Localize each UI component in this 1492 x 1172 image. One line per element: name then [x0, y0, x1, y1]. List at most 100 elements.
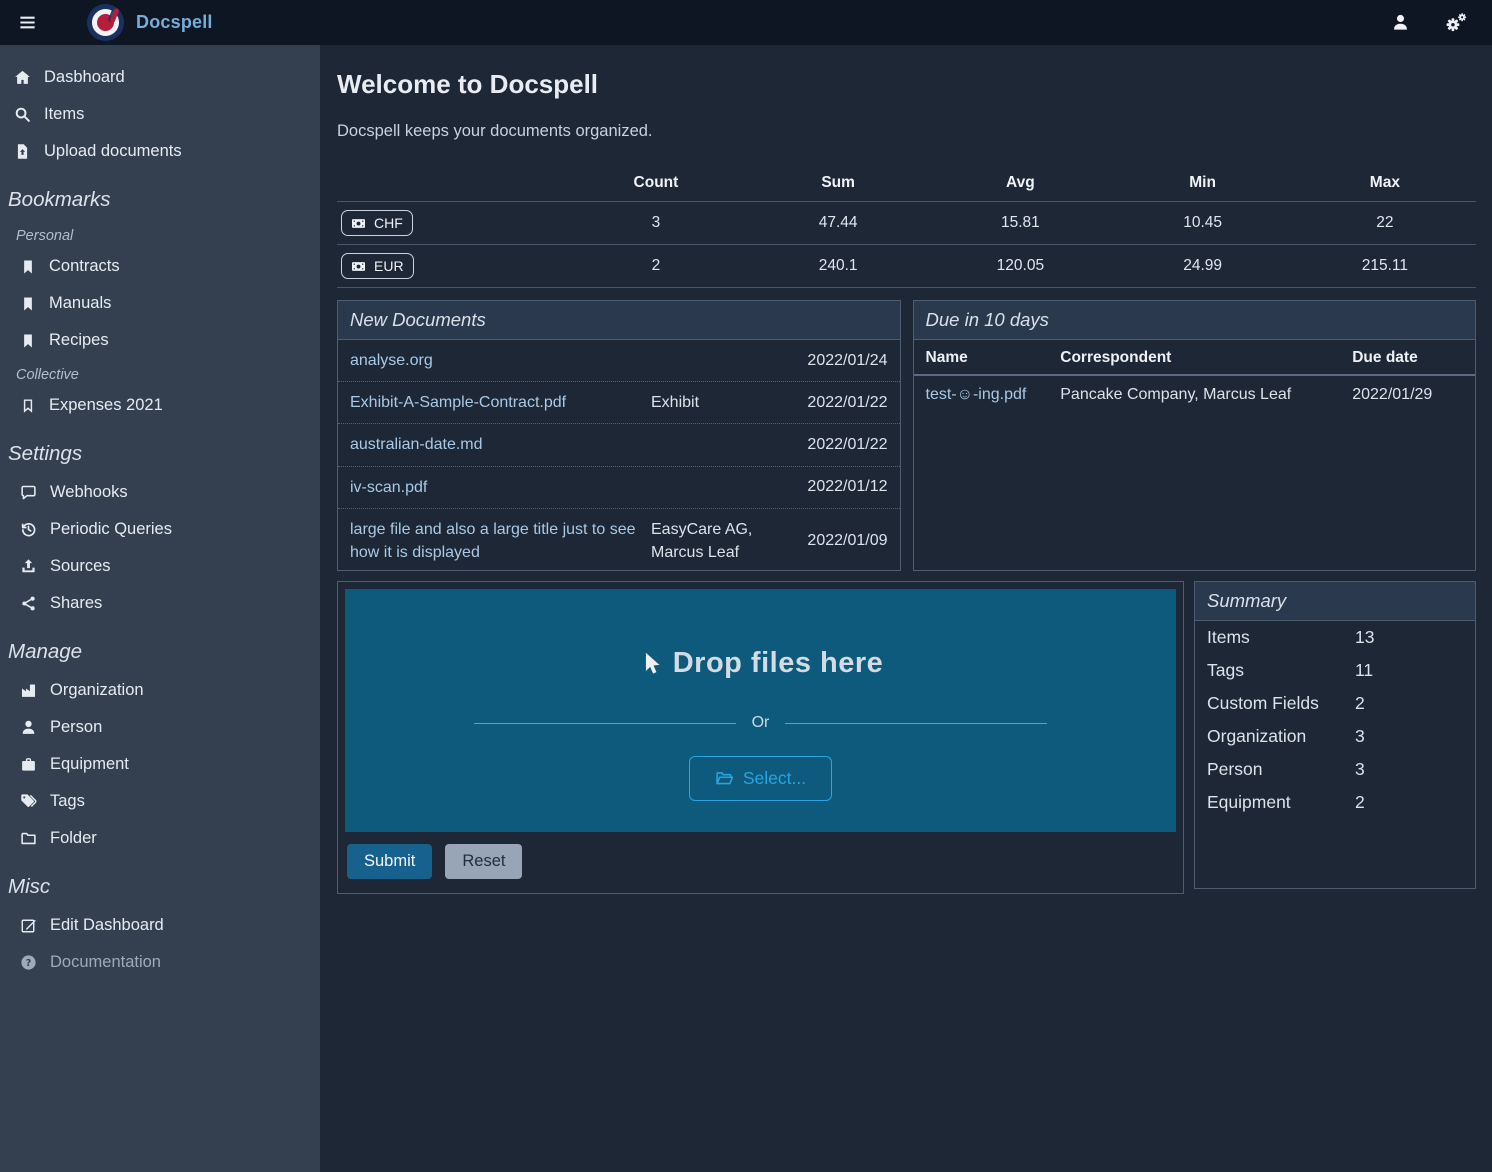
currency-badge-chf[interactable]: CHF	[341, 210, 413, 236]
summary-label: Items	[1207, 627, 1355, 648]
sidebar-item-label: Documentation	[50, 953, 161, 972]
sidebar-subheading-personal: Personal	[0, 220, 320, 248]
mouse-pointer-icon	[638, 651, 663, 676]
due-document-link[interactable]: test-☺-ing.pdf	[914, 375, 1049, 414]
brand[interactable]: Docspell	[87, 4, 213, 41]
stats-value: 10.45	[1112, 202, 1294, 245]
sidebar-item-label: Contracts	[49, 257, 120, 276]
industry-icon	[20, 682, 37, 699]
summary-label: Organization	[1207, 726, 1355, 747]
document-date: 2022/01/22	[791, 394, 888, 412]
top-navbar: Docspell	[0, 0, 1492, 45]
stats-value: 3	[565, 202, 747, 245]
sidebar-item-label: Dasbhoard	[44, 68, 125, 87]
panels-row: New Documents analyse.org 2022/01/24 Exh…	[337, 300, 1476, 571]
or-divider: Or	[395, 714, 1126, 732]
sidebar-item-label: Edit Dashboard	[50, 916, 164, 935]
person-icon	[20, 719, 37, 736]
upload-icon	[20, 558, 37, 575]
sidebar-item-manuals[interactable]: Manuals	[0, 285, 320, 322]
stats-value: 24.99	[1112, 245, 1294, 288]
stats-value: 240.1	[747, 245, 929, 288]
sidebar-item-tags[interactable]: Tags	[0, 783, 320, 820]
document-link[interactable]: iv-scan.pdf	[350, 476, 651, 499]
document-row: australian-date.md 2022/01/22	[338, 424, 900, 466]
document-row: iv-scan.pdf 2022/01/12	[338, 467, 900, 509]
document-link[interactable]: large file and also a large title just t…	[350, 518, 651, 564]
sidebar-item-label: Folder	[50, 829, 97, 848]
sidebar-item-label: Upload documents	[44, 142, 182, 161]
due-row: test-☺-ing.pdf Pancake Company, Marcus L…	[914, 375, 1476, 414]
stats-row-eur: EUR 2 240.1 120.05 24.99 215.11	[337, 245, 1476, 288]
stats-col-count: Count	[565, 165, 747, 202]
upload-buttons-row: Submit Reset	[345, 844, 1176, 879]
document-link[interactable]: australian-date.md	[350, 433, 651, 456]
sidebar-item-edit-dashboard[interactable]: Edit Dashboard	[0, 907, 320, 944]
sidebar-item-documentation[interactable]: ? Documentation	[0, 944, 320, 981]
sidebar-item-label: Organization	[50, 681, 144, 700]
dropzone-label: Drop files here	[673, 647, 884, 680]
sidebar-item-label: Manuals	[49, 294, 111, 313]
sidebar-item-contracts[interactable]: Contracts	[0, 248, 320, 285]
select-files-button[interactable]: Select...	[689, 756, 832, 801]
file-upload-icon	[14, 143, 31, 160]
summary-row: Custom Fields 2	[1195, 687, 1475, 720]
summary-row: Equipment 2	[1195, 786, 1475, 819]
sidebar-item-periodic-queries[interactable]: Periodic Queries	[0, 511, 320, 548]
menu-button[interactable]	[14, 9, 41, 36]
sidebar-item-dashboard[interactable]: Dasbhoard	[0, 59, 320, 96]
submit-button[interactable]: Submit	[347, 844, 432, 879]
sidebar-heading-bookmarks: Bookmarks	[0, 170, 320, 220]
document-link[interactable]: analyse.org	[350, 349, 651, 372]
app-root: Docspell Dasbhoar	[0, 0, 1492, 1172]
sidebar-item-label: Tags	[50, 792, 85, 811]
cogs-icon	[1444, 12, 1468, 33]
stats-col-currency	[337, 165, 565, 202]
divider-line	[474, 723, 736, 724]
reset-button[interactable]: Reset	[445, 844, 522, 879]
sidebar-item-upload-documents[interactable]: Upload documents	[0, 133, 320, 170]
sidebar-item-label: Recipes	[49, 331, 109, 350]
home-icon	[14, 69, 31, 86]
sidebar-item-expenses-2021[interactable]: Expenses 2021	[0, 387, 320, 424]
sidebar-item-label: Sources	[50, 557, 111, 576]
sidebar-item-sources[interactable]: Sources	[0, 548, 320, 585]
bookmark-icon	[20, 259, 36, 275]
main-content: Welcome to Docspell Docspell keeps your …	[320, 45, 1492, 1172]
dropzone-title-row: Drop files here	[638, 647, 884, 680]
due-col-due-date: Due date	[1340, 340, 1475, 375]
due-date-value: 2022/01/29	[1340, 375, 1475, 414]
new-documents-panel: New Documents analyse.org 2022/01/24 Exh…	[337, 300, 901, 571]
currency-badge-eur[interactable]: EUR	[341, 253, 414, 279]
sidebar-item-items[interactable]: Items	[0, 96, 320, 133]
due-panel-title: Due in 10 days	[914, 301, 1476, 340]
sidebar: Dasbhoard Items Upload documents Bookmar…	[0, 45, 320, 1172]
settings-menu-button[interactable]	[1442, 10, 1470, 35]
sidebar-item-label: Equipment	[50, 755, 129, 774]
sidebar-item-webhooks[interactable]: Webhooks	[0, 474, 320, 511]
sidebar-item-folder[interactable]: Folder	[0, 820, 320, 857]
document-row: large file and also a large title just t…	[338, 509, 900, 573]
sidebar-item-equipment[interactable]: Equipment	[0, 746, 320, 783]
sidebar-item-person[interactable]: Person	[0, 709, 320, 746]
due-correspondent: Pancake Company, Marcus Leaf	[1048, 375, 1340, 414]
stats-col-max: Max	[1294, 165, 1476, 202]
sidebar-item-recipes[interactable]: Recipes	[0, 322, 320, 359]
summary-value: 3	[1355, 726, 1463, 747]
due-table: Name Correspondent Due date test-☺-ing.p…	[914, 340, 1476, 414]
sidebar-item-shares[interactable]: Shares	[0, 585, 320, 622]
stats-value: 2	[565, 245, 747, 288]
sidebar-item-label: Expenses 2021	[49, 396, 163, 415]
document-meta: EasyCare AG, Marcus Leaf	[651, 518, 791, 564]
file-dropzone[interactable]: Drop files here Or Select...	[345, 589, 1176, 832]
sidebar-item-label: Person	[50, 718, 102, 737]
summary-row: Person 3	[1195, 753, 1475, 786]
summary-label: Tags	[1207, 660, 1355, 681]
sidebar-item-label: Items	[44, 105, 84, 124]
stats-header-row: Count Sum Avg Min Max	[337, 165, 1476, 202]
money-bill-icon	[351, 259, 366, 274]
sidebar-item-organization[interactable]: Organization	[0, 672, 320, 709]
user-menu-button[interactable]	[1389, 11, 1412, 34]
due-panel: Due in 10 days Name Correspondent Due da…	[913, 300, 1477, 571]
document-link[interactable]: Exhibit-A-Sample-Contract.pdf	[350, 391, 651, 414]
